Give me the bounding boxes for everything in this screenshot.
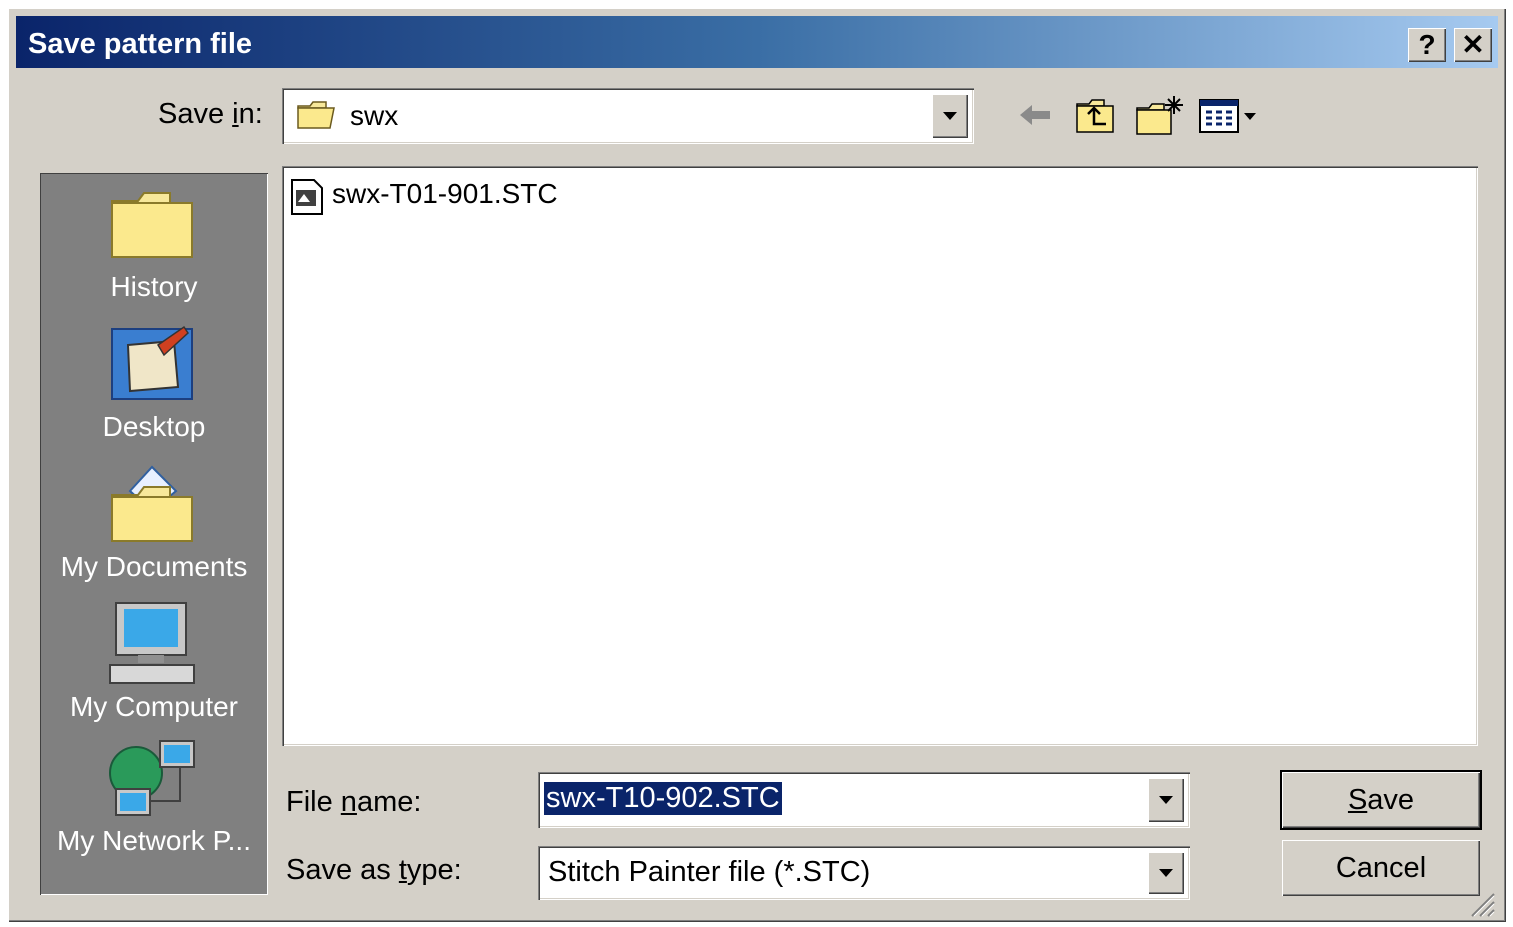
save-in-combobox[interactable]: swx bbox=[282, 88, 974, 144]
new-folder-icon[interactable] bbox=[1134, 94, 1184, 138]
file-name-input[interactable]: swx-T10-902.STC bbox=[544, 782, 782, 815]
place-my-documents[interactable]: My Documents bbox=[40, 463, 268, 593]
resize-grip-icon[interactable] bbox=[1466, 888, 1496, 918]
save-in-label: Save in: bbox=[158, 98, 263, 130]
file-name: swx-T01-901.STC bbox=[332, 178, 558, 209]
save-dialog: Save pattern file ? ✕ Save in: swx Histo… bbox=[8, 8, 1506, 922]
save-as-type-label: Save as type: bbox=[286, 854, 462, 886]
desktop-icon bbox=[111, 325, 193, 400]
place-my-network-places[interactable]: My Network P... bbox=[40, 739, 268, 869]
place-label: Desktop bbox=[102, 411, 206, 442]
back-arrow-icon[interactable] bbox=[1016, 100, 1056, 130]
up-one-level-icon[interactable] bbox=[1074, 96, 1118, 136]
save-as-type-value: Stitch Painter file (*.STC) bbox=[548, 856, 871, 888]
places-bar: History Desktop My Documents My Computer… bbox=[40, 173, 268, 895]
file-name-label: File name: bbox=[286, 786, 422, 818]
place-history[interactable]: History bbox=[40, 183, 268, 313]
save-as-type-dropdown-button[interactable] bbox=[1148, 852, 1184, 894]
cancel-button[interactable]: Cancel bbox=[1282, 840, 1480, 896]
help-icon: ? bbox=[1418, 29, 1436, 60]
save-button[interactable]: Save bbox=[1280, 770, 1482, 830]
title-bar[interactable]: Save pattern file ? ✕ bbox=[16, 16, 1498, 68]
close-button[interactable]: ✕ bbox=[1454, 28, 1492, 62]
help-button[interactable]: ? bbox=[1408, 28, 1446, 62]
place-label: My Documents bbox=[60, 551, 248, 582]
network-places-icon bbox=[109, 740, 195, 816]
close-icon: ✕ bbox=[1461, 29, 1485, 60]
folder-icon bbox=[297, 101, 335, 129]
file-list[interactable]: swx-T01-901.STC bbox=[282, 166, 1478, 746]
save-in-dropdown-button[interactable] bbox=[932, 94, 968, 138]
file-name-combobox[interactable]: swx-T10-902.STC bbox=[538, 772, 1190, 828]
place-label: History bbox=[110, 271, 198, 302]
window-title: Save pattern file bbox=[28, 28, 253, 60]
file-name-dropdown-button[interactable] bbox=[1148, 778, 1184, 822]
place-my-computer[interactable]: My Computer bbox=[40, 601, 268, 731]
stc-file-icon bbox=[291, 179, 323, 215]
place-label: My Computer bbox=[69, 691, 239, 722]
my-documents-icon bbox=[111, 465, 193, 542]
history-folder-icon bbox=[111, 192, 193, 258]
place-desktop[interactable]: Desktop bbox=[40, 323, 268, 453]
view-menu-icon[interactable] bbox=[1198, 96, 1260, 136]
place-label: My Network P... bbox=[57, 825, 251, 856]
save-in-value: swx bbox=[350, 100, 399, 131]
save-as-type-select[interactable]: Stitch Painter file (*.STC) bbox=[538, 846, 1190, 900]
my-computer-icon bbox=[109, 602, 195, 684]
